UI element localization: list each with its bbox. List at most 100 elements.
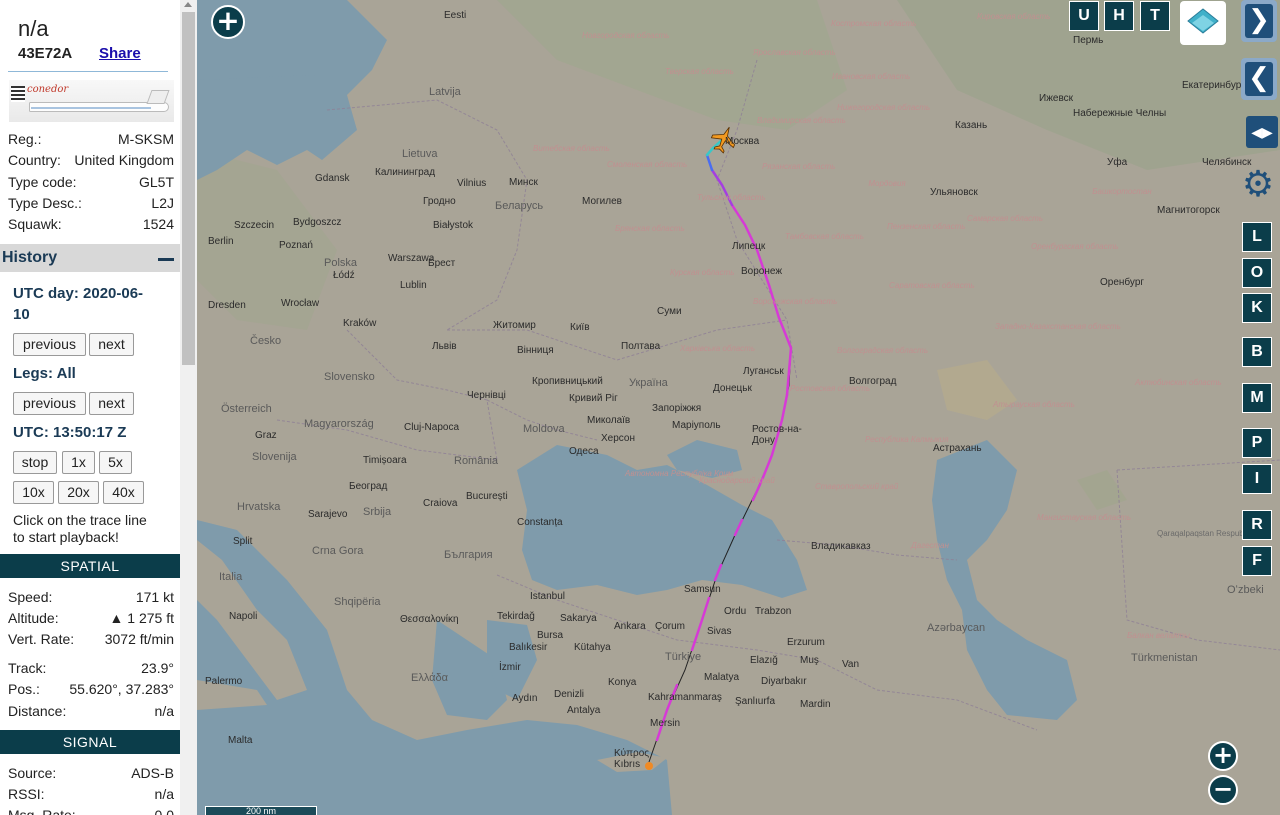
city-label: Cluj-Napoca xyxy=(404,422,460,433)
city-label: Mardin xyxy=(800,699,831,710)
city-label: Malta xyxy=(228,735,253,746)
day-previous-button[interactable]: previous xyxy=(13,333,86,356)
icao-hex: 43E72A xyxy=(18,45,73,62)
map-scale-bar: 200 nm xyxy=(205,806,317,815)
toggle-l-button[interactable]: L xyxy=(1242,222,1272,252)
detail-key: Country: xyxy=(8,152,61,168)
spatial-value: 23.9° xyxy=(141,660,174,676)
collapse-icon[interactable] xyxy=(158,258,174,261)
toggle-f-button[interactable]: F xyxy=(1242,546,1272,576)
region-label: Атырауская область xyxy=(993,400,1075,409)
day-next-button[interactable]: next xyxy=(89,333,134,356)
city-label: Mersin xyxy=(650,718,681,729)
city-label: Łódź xyxy=(333,270,355,281)
layers-button[interactable] xyxy=(1180,1,1226,45)
scroll-thumb[interactable] xyxy=(182,12,195,365)
playback-1x-button[interactable]: 1x xyxy=(62,451,95,474)
region-label: Республика Калмыкия xyxy=(865,435,949,444)
city-label: Луганськ xyxy=(743,366,784,377)
callsign: n/a xyxy=(18,16,49,41)
playback-20x-button[interactable]: 20x xyxy=(58,481,99,504)
signal-key: Source: xyxy=(8,765,57,781)
detail-value: 1524 xyxy=(142,216,174,232)
sidebar-scrollbar[interactable] xyxy=(180,0,197,815)
aircraft-photo[interactable]: conedor xyxy=(9,80,174,122)
city-label: Набережные Челны xyxy=(1073,108,1167,119)
toggle-b-button[interactable]: B xyxy=(1242,337,1272,367)
gear-icon[interactable]: ⚙ xyxy=(1240,167,1276,203)
region-label: Владимирская область xyxy=(757,116,846,125)
unit-toggle-u-button[interactable]: U xyxy=(1069,1,1099,31)
region-label: Тамбовская область xyxy=(785,232,864,241)
country-label: Türkmenistan xyxy=(1131,652,1198,664)
city-label: Владикавказ xyxy=(811,541,871,552)
utc-day-label-cont: 10 xyxy=(13,306,30,323)
playback-stop-button[interactable]: stop xyxy=(13,451,57,474)
legs-previous-button[interactable]: previous xyxy=(13,392,86,415)
region-label: Мангистауская область xyxy=(1037,513,1132,522)
zoom-in-corner-button[interactable]: + xyxy=(211,5,245,39)
city-label: Ростов-на-Дону xyxy=(752,424,802,446)
city-label: Sakarya xyxy=(560,613,597,624)
scroll-up-icon[interactable] xyxy=(184,2,192,7)
history-title: History xyxy=(2,249,58,266)
signal-value: 0.0 xyxy=(154,807,174,815)
region-label: Ростовская область xyxy=(790,384,871,393)
city-label: Bursa xyxy=(537,630,564,641)
city-label: Şanlıurfa xyxy=(735,696,776,707)
city-label: Москва xyxy=(725,136,760,147)
city-label: Екатеринбург xyxy=(1182,80,1245,91)
detail-value: GL5T xyxy=(138,174,174,190)
share-link[interactable]: Share xyxy=(99,45,141,62)
city-label: Çorum xyxy=(655,621,686,632)
toggle-r-button[interactable]: R xyxy=(1242,510,1272,540)
toggle-o-button[interactable]: O xyxy=(1242,258,1272,288)
toggle-k-button[interactable]: K xyxy=(1242,293,1272,323)
country-label: Türkiye xyxy=(665,651,702,663)
resize-sidebar-button[interactable]: ◀▶ xyxy=(1246,116,1278,148)
panel-collapse-button[interactable]: ❮ xyxy=(1241,58,1277,100)
unit-toggle-t-button[interactable]: T xyxy=(1140,1,1170,31)
city-label: Split xyxy=(233,536,253,547)
region-label: Витебская область xyxy=(533,144,610,153)
panel-expand-button[interactable]: ❯ xyxy=(1241,0,1277,42)
country-label: Azərbaycan xyxy=(927,622,986,634)
city-label: Istanbul xyxy=(530,591,566,602)
city-label: Vilnius xyxy=(457,178,487,189)
detail-key: Type Desc.: xyxy=(8,195,82,211)
zoom-out-button[interactable]: − xyxy=(1208,775,1238,805)
playback-hint: Click on the trace line xyxy=(13,512,147,528)
unit-toggle-h-button[interactable]: H xyxy=(1104,1,1134,31)
region-label: Актюбинская область xyxy=(1135,378,1222,387)
city-label: Уфа xyxy=(1107,157,1128,168)
map-view[interactable]: Latvija Lietuva Беларусь Polska Україна … xyxy=(197,0,1280,815)
city-label: Маріуполь xyxy=(672,420,721,431)
utc-time-label: UTC: 13:50:17 Z xyxy=(13,424,127,441)
toggle-m-button[interactable]: M xyxy=(1242,383,1272,413)
playback-5x-button[interactable]: 5x xyxy=(99,451,132,474)
region-label: Кировская область xyxy=(977,12,1051,21)
city-label: Antalya xyxy=(567,705,601,716)
spatial-key: Track: xyxy=(8,660,47,676)
history-header[interactable]: History xyxy=(0,244,180,272)
city-label: Craiova xyxy=(423,498,458,509)
detail-value: L2J xyxy=(151,195,174,211)
city-label: Херсон xyxy=(601,433,635,444)
playback-10x-button[interactable]: 10x xyxy=(13,481,54,504)
zoom-in-button[interactable]: + xyxy=(1208,741,1238,771)
detail-key: Type code: xyxy=(8,174,77,190)
region-label: Мордовия xyxy=(868,179,906,188)
city-label: Graz xyxy=(255,430,277,441)
country-label: Lietuva xyxy=(402,148,438,160)
region-label: Балкан велаяты xyxy=(1127,631,1190,640)
legs-next-button[interactable]: next xyxy=(89,392,134,415)
country-label: Italia xyxy=(219,571,243,583)
city-label: Чернівці xyxy=(467,390,506,401)
city-label: București xyxy=(466,491,508,502)
toggle-i-button[interactable]: I xyxy=(1242,464,1272,494)
fuselage-stripe xyxy=(31,107,151,109)
city-label: Sivas xyxy=(707,626,732,637)
playback-40x-button[interactable]: 40x xyxy=(103,481,144,504)
chevron-left-icon: ❮ xyxy=(1245,62,1273,96)
toggle-p-button[interactable]: P xyxy=(1242,428,1272,458)
